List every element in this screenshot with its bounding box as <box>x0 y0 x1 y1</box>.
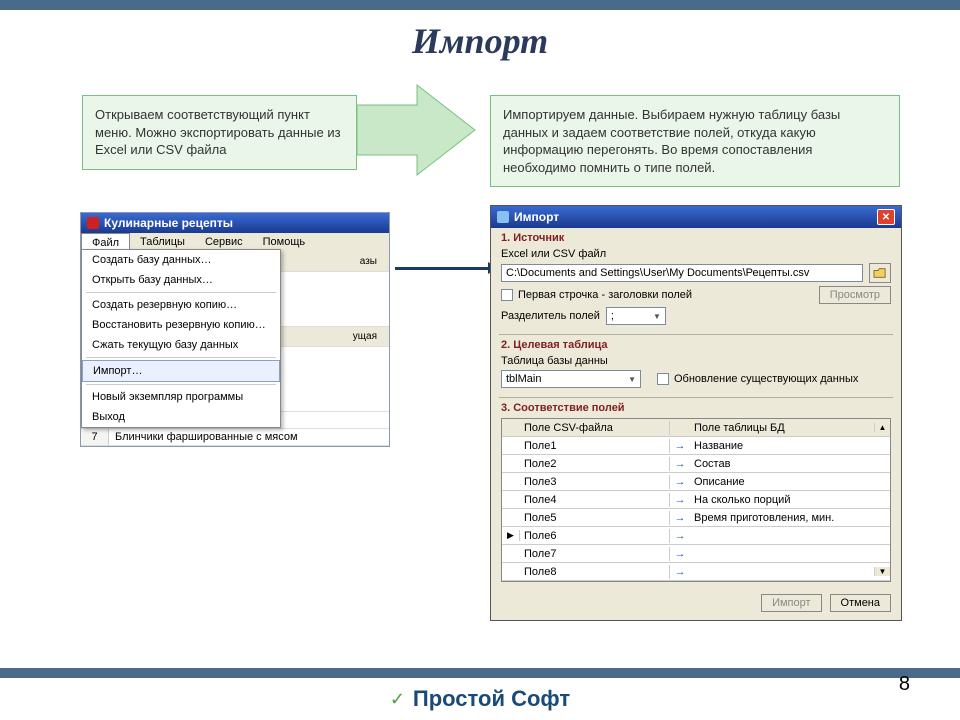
dialog-titlebar: Импорт ✕ <box>491 206 901 228</box>
first-row-checkbox[interactable] <box>501 289 513 301</box>
update-label: Обновление существующих данных <box>674 373 858 385</box>
file-path-input[interactable] <box>501 264 863 282</box>
dialog-title: Импорт <box>514 210 559 224</box>
menu-item-import[interactable]: Импорт… <box>82 360 280 382</box>
browse-button[interactable] <box>869 263 891 283</box>
logo-text: Простой Софт <box>413 686 570 712</box>
app-titlebar: Кулинарные рецепты <box>81 213 389 233</box>
file-dropdown: Создать базу данных… Открыть базу данных… <box>81 249 281 428</box>
menu-item-open-db[interactable]: Открыть базу данных… <box>82 270 280 290</box>
mapping-row[interactable]: Поле8→▼ <box>502 563 890 581</box>
mapping-row[interactable]: Поле4→На сколько порций <box>502 491 890 509</box>
page-number: 8 <box>899 673 910 696</box>
mapping-table: Поле CSV-файла Поле таблицы БД ▲ Поле1→Н… <box>501 418 891 582</box>
menu-item-compact[interactable]: Сжать текущую базу данных <box>82 335 280 355</box>
preview-button[interactable]: Просмотр <box>819 286 891 304</box>
menu-item-exit[interactable]: Выход <box>82 407 280 427</box>
delimiter-label: Разделитель полей <box>501 310 600 322</box>
mapping-header: Поле CSV-файла Поле таблицы БД ▲ <box>502 419 890 437</box>
section-mapping-label: 3. Соответствие полей <box>491 398 901 414</box>
file-type-label: Excel или CSV файл <box>501 248 891 260</box>
separator <box>86 292 276 293</box>
section-target-label: 2. Целевая таблица <box>491 335 901 351</box>
logo: ✓ Простой Софт <box>0 678 960 720</box>
check-icon: ✓ <box>390 689 405 710</box>
app-icon <box>87 217 99 229</box>
mapping-row[interactable]: ▶Поле6→ <box>502 527 890 545</box>
arrow-right-icon <box>357 80 477 180</box>
mapping-row[interactable]: Поле3→Описание <box>502 473 890 491</box>
app-title: Кулинарные рецепты <box>104 216 233 230</box>
import-dialog: Импорт ✕ 1. Источник Excel или CSV файл … <box>490 205 902 621</box>
scroll-down-icon[interactable]: ▼ <box>874 567 890 576</box>
menu-item-new-instance[interactable]: Новый экземпляр программы <box>82 387 280 407</box>
update-checkbox[interactable] <box>657 373 669 385</box>
table-row[interactable]: 7Блинчики фаршированные с мясом <box>81 429 389 446</box>
table-label: Таблица базы данны <box>501 355 891 367</box>
section-source-label: 1. Источник <box>491 228 901 244</box>
mapping-row[interactable]: Поле5→Время приготовления, мин. <box>502 509 890 527</box>
menu-item-create-db[interactable]: Создать базу данных… <box>82 250 280 270</box>
app-window: Кулинарные рецепты Файл Таблицы Сервис П… <box>80 212 390 447</box>
arrow-connector-icon <box>395 267 490 270</box>
mapping-row[interactable]: Поле7→ <box>502 545 890 563</box>
callout-left: Открываем соответствующий пункт меню. Мо… <box>82 95 357 170</box>
mapping-row[interactable]: Поле1→Название <box>502 437 890 455</box>
mapping-row[interactable]: Поле2→Состав <box>502 455 890 473</box>
menu-item-backup[interactable]: Создать резервную копию… <box>82 295 280 315</box>
table-select[interactable]: tblMain▼ <box>501 370 641 388</box>
delimiter-select[interactable]: ;▼ <box>606 307 666 325</box>
close-button[interactable]: ✕ <box>877 209 895 225</box>
menu-item-restore[interactable]: Восстановить резервную копию… <box>82 315 280 335</box>
scroll-up-icon[interactable]: ▲ <box>874 423 890 432</box>
import-button[interactable]: Импорт <box>761 594 821 612</box>
separator <box>86 357 276 358</box>
cancel-button[interactable]: Отмена <box>830 594 891 612</box>
callout-right: Импортируем данные. Выбираем нужную табл… <box>490 95 900 187</box>
slide-title: Импорт <box>0 20 960 62</box>
top-bar <box>0 0 960 10</box>
first-row-label: Первая строчка - заголовки полей <box>518 289 692 301</box>
footer: 8 ✓ Простой Софт <box>0 668 960 720</box>
separator <box>86 384 276 385</box>
dialog-icon <box>497 211 509 223</box>
